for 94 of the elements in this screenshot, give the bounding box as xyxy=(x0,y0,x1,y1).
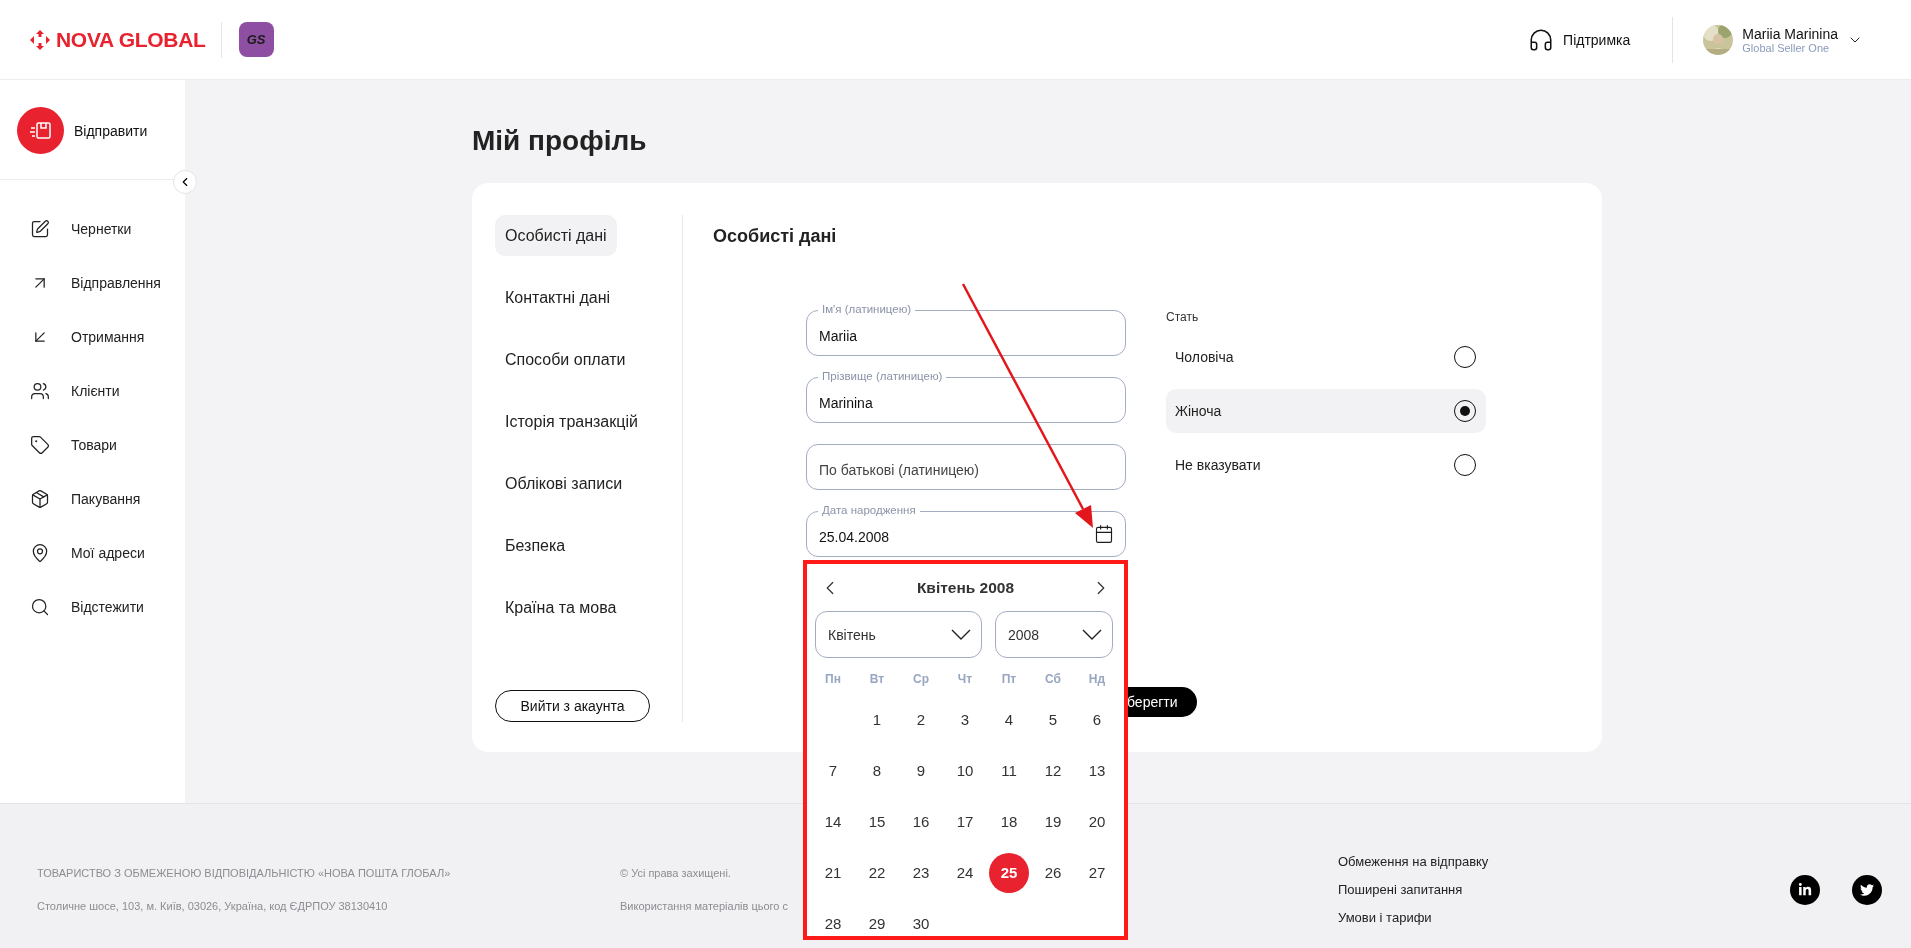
copyright-text: © Усі права захищені. xyxy=(620,866,731,880)
weekday-label: Ср xyxy=(912,672,930,686)
calendar-day[interactable]: 7 xyxy=(813,750,853,791)
calendar-day[interactable]: 6 xyxy=(1077,699,1117,740)
calendar-day[interactable]: 28 xyxy=(813,903,853,944)
sidebar-item[interactable]: Отримання xyxy=(0,325,185,349)
calendar-day[interactable]: 20 xyxy=(1077,801,1117,842)
box-icon xyxy=(30,489,50,509)
gender-option[interactable]: Чоловіча xyxy=(1166,335,1486,379)
calendar-day[interactable]: 27 xyxy=(1077,852,1117,893)
calendar-day[interactable]: 22 xyxy=(857,852,897,893)
calendar-title: Квітень 2008 xyxy=(916,579,1015,597)
footer-link[interactable]: Умови і тарифи xyxy=(1338,910,1432,926)
calendar-day[interactable]: 12 xyxy=(1033,750,1073,791)
calendar-day[interactable]: 21 xyxy=(813,852,853,893)
gender-option[interactable]: Не вказувати xyxy=(1166,443,1486,487)
linkedin-icon[interactable] xyxy=(1790,875,1820,905)
sidebar-item[interactable]: Пакування xyxy=(0,487,185,511)
map-pin-icon xyxy=(30,543,50,563)
calendar-day[interactable]: 4 xyxy=(989,699,1029,740)
footer-link[interactable]: Обмеження на відправку xyxy=(1338,854,1489,870)
calendar-day[interactable]: 19 xyxy=(1033,801,1073,842)
logout-button[interactable]: Вийти з акаунта xyxy=(495,690,650,722)
calendar-day[interactable]: 10 xyxy=(945,750,985,791)
user-role: Global Seller One xyxy=(1742,41,1831,54)
field-label: Дата народження xyxy=(818,503,920,517)
calendar-day[interactable]: 25 xyxy=(989,852,1029,893)
calendar-day[interactable]: 24 xyxy=(945,852,985,893)
footer-link[interactable]: Поширені запитання xyxy=(1338,882,1463,898)
profile-tab[interactable]: Контактні дані xyxy=(495,277,621,318)
bird-icon[interactable] xyxy=(1852,875,1882,905)
profile-tab[interactable]: Історія транзакцій xyxy=(495,401,648,442)
calendar-day[interactable]: 3 xyxy=(945,699,985,740)
gender-option[interactable]: Жіноча xyxy=(1166,389,1486,433)
calendar-day[interactable]: 11 xyxy=(989,750,1029,791)
calendar-day[interactable]: 15 xyxy=(857,801,897,842)
sidebar-item[interactable]: Чернетки xyxy=(0,217,185,241)
weekday-label: Вт xyxy=(868,672,886,686)
collapse-sidebar-button[interactable] xyxy=(173,170,197,194)
pen-square-icon xyxy=(30,219,50,239)
search-icon xyxy=(30,597,50,617)
parcel-icon xyxy=(17,107,64,154)
logo-text: NOVA GLOBAL xyxy=(56,27,206,52)
company-name: ТОВАРИСТВО З ОБМЕЖЕНОЮ ВІДПОВІДАЛЬНІСТЮ «НОВА ПОШТА ГЛОБАЛ» xyxy=(37,866,451,880)
calendar-day[interactable]: 13 xyxy=(1077,750,1117,791)
calendar-day[interactable]: 23 xyxy=(901,852,941,893)
calendar-day[interactable]: 17 xyxy=(945,801,985,842)
weekday-label: Нд xyxy=(1087,672,1107,686)
weekday-label: Пн xyxy=(824,672,842,686)
month-select[interactable]: Квітень xyxy=(815,611,982,658)
usage-text: Використання матеріалів цього с xyxy=(620,899,788,913)
profile-tab[interactable]: Країна та мова xyxy=(495,587,627,628)
calendar-day[interactable]: 29 xyxy=(857,903,897,944)
weekday-label: Сб xyxy=(1044,672,1062,686)
calendar-day[interactable]: 1 xyxy=(857,699,897,740)
sidebar-item[interactable]: Клієнти xyxy=(0,379,185,403)
calendar-day[interactable]: 2 xyxy=(901,699,941,740)
support-link[interactable]: Підтримка xyxy=(1528,16,1674,63)
sidebar-item[interactable]: Відстежити xyxy=(0,595,185,619)
calendar-day[interactable]: 5 xyxy=(1033,699,1073,740)
profile-tab[interactable]: Безпека xyxy=(495,525,576,566)
calendar-day[interactable]: 8 xyxy=(857,750,897,791)
sidebar-item[interactable]: Мої адреси xyxy=(0,541,185,565)
calendar-day[interactable]: 14 xyxy=(813,801,853,842)
logo-icon xyxy=(30,29,50,50)
calendar-day[interactable]: 18 xyxy=(989,801,1029,842)
weekday-label: Пт xyxy=(1000,672,1018,686)
chevron-down-icon xyxy=(1082,629,1102,640)
field-label: Прізвище (латиницею) xyxy=(818,369,947,383)
calendar-icon[interactable] xyxy=(1094,524,1114,544)
users-icon xyxy=(30,381,50,401)
input-field[interactable]: По батькові (латиницею) xyxy=(806,444,1126,490)
sidebar-item[interactable]: Відправлення xyxy=(0,271,185,295)
calendar-day[interactable]: 16 xyxy=(901,801,941,842)
section-title: Особисті дані xyxy=(713,225,838,248)
user-name: Mariia Marinina xyxy=(1742,25,1838,42)
tag-icon xyxy=(30,435,50,455)
save-button[interactable]: берегти xyxy=(1127,687,1197,717)
calendar-day[interactable]: 9 xyxy=(901,750,941,791)
page-title: Мій профіль xyxy=(472,124,648,158)
profile-tab[interactable]: Облікові записи xyxy=(495,463,633,504)
calendar-day[interactable]: 26 xyxy=(1033,852,1073,893)
gender-label: Стать xyxy=(1166,310,1200,324)
calendar-day[interactable]: 30 xyxy=(901,903,941,944)
profile-tab[interactable]: Способи оплати xyxy=(495,339,636,380)
profile-tab[interactable]: Особисті дані xyxy=(495,215,617,256)
send-action[interactable]: Відправити xyxy=(0,80,185,180)
user-menu[interactable]: Mariia Marinina Global Seller One xyxy=(1673,24,1911,55)
chevron-down-icon xyxy=(951,629,971,640)
year-select[interactable]: 2008 xyxy=(995,611,1113,658)
weekday-label: Чт xyxy=(956,672,974,686)
field-label: Ім'я (латиницею) xyxy=(818,302,916,316)
sidebar-item[interactable]: Товари xyxy=(0,433,185,457)
company-address: Столичне шосе, 103, м. Київ, 03026, Україна, код ЄДРПОУ 38130410 xyxy=(37,899,388,913)
